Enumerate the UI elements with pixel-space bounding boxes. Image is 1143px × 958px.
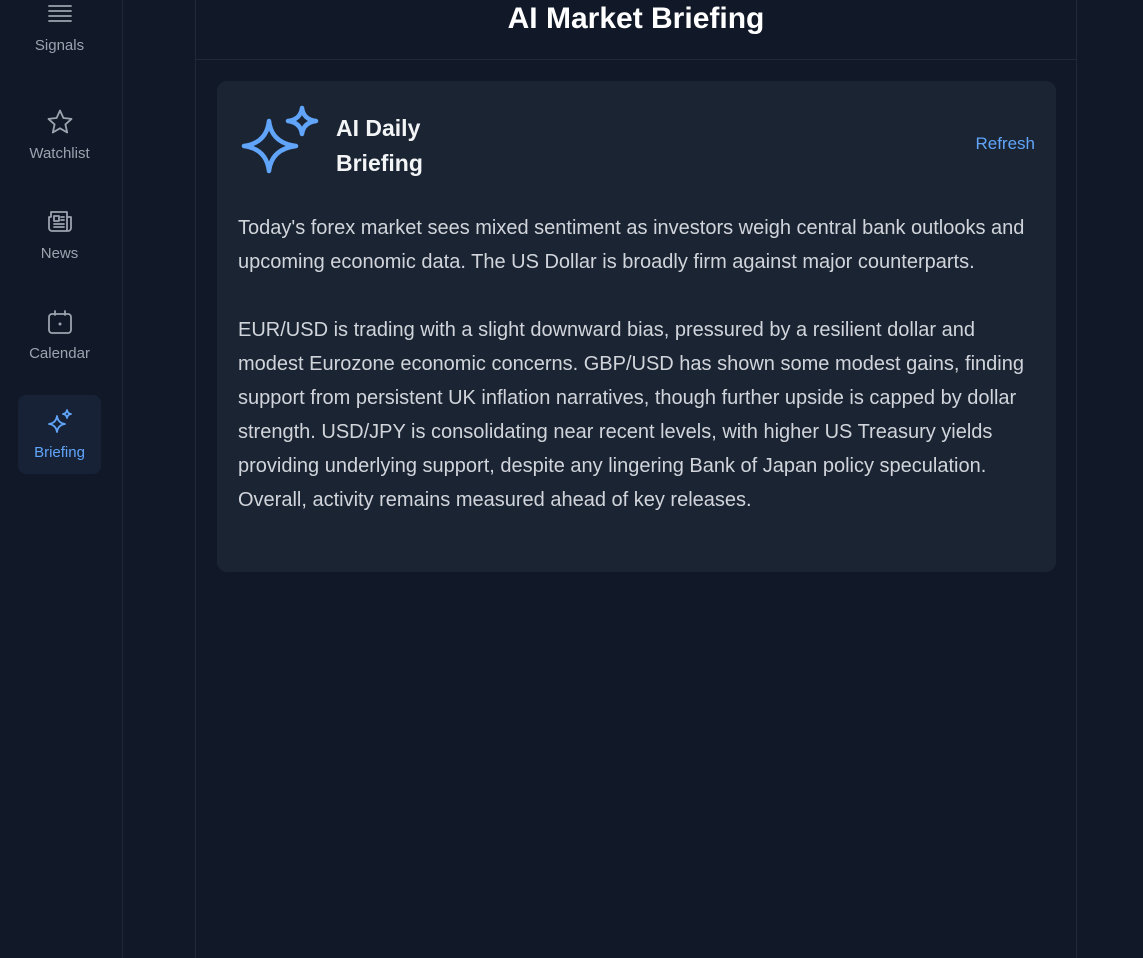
newspaper-icon [46,208,74,236]
briefing-paragraph: EUR/USD is trading with a slight downwar… [238,319,1024,511]
briefing-card: AI Daily Briefing Refresh Today's forex … [217,81,1056,572]
sparkles-icon [46,407,74,435]
briefing-paragraph: Today's forex market sees mixed sentimen… [238,217,1025,273]
page-header: AI Market Briefing [196,0,1076,60]
sidebar-item-calendar[interactable]: Calendar [18,296,101,375]
sidebar-item-label: Calendar [29,345,90,362]
sidebar-item-label: Briefing [34,444,85,461]
app-window: Signals Watchlist News Calendar Briefing… [0,0,1143,958]
list-icon [46,0,74,28]
page-title: AI Market Briefing [507,2,765,35]
gutter [123,0,195,958]
sidebar-item-news[interactable]: News [18,196,101,275]
sidebar-item-label: News [40,245,79,262]
sidebar-item-watchlist[interactable]: Watchlist [18,96,101,175]
sidebar-item-signals[interactable]: Signals [18,0,101,67]
sidebar: Signals Watchlist News Calendar Briefing [0,0,123,958]
sparkles-icon [241,105,321,175]
right-column [1077,0,1143,958]
briefing-title: AI Daily Briefing [336,115,423,176]
briefing-body: Today's forex market sees mixed sentimen… [238,211,1038,517]
refresh-button[interactable]: Refresh [975,134,1035,154]
sidebar-item-label: Watchlist [29,145,90,162]
main-panel: AI Market Briefing AI Daily Briefing Ref… [195,0,1077,958]
calendar-icon [46,308,74,336]
sidebar-item-label: Signals [34,37,85,54]
sidebar-item-briefing[interactable]: Briefing [18,395,101,474]
star-icon [46,108,74,136]
